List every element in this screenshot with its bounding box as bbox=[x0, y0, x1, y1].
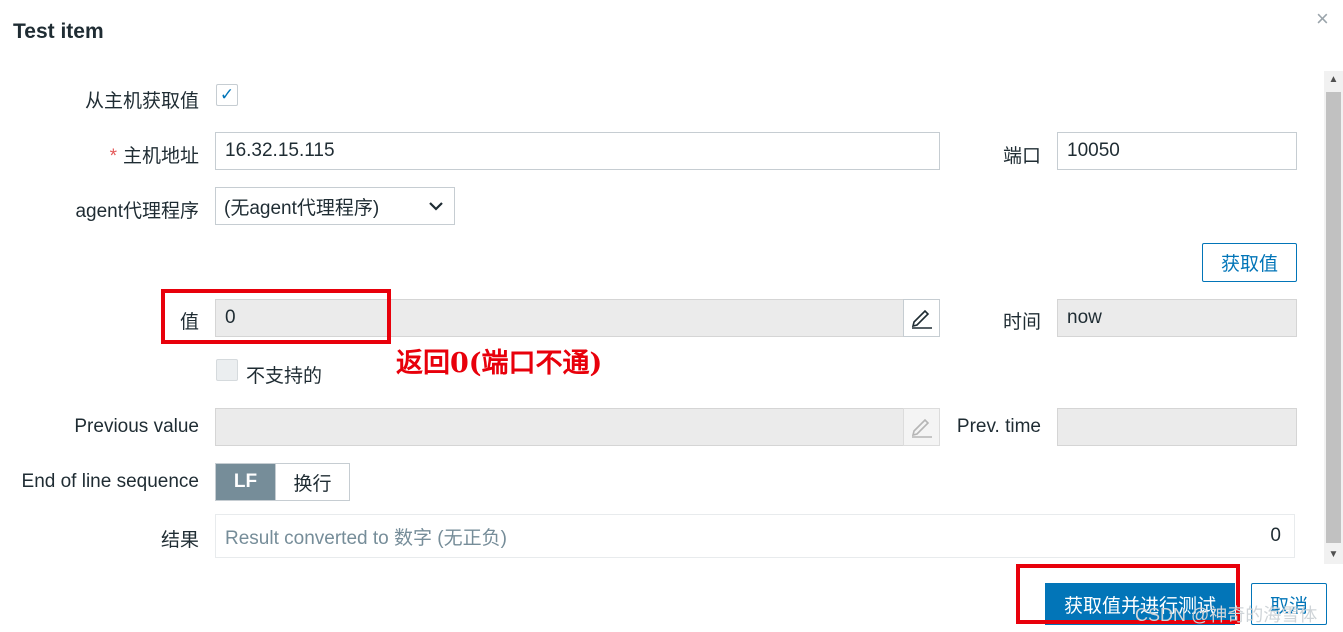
chevron-down-icon bbox=[429, 202, 443, 211]
scroll-up-arrow[interactable]: ▲ bbox=[1324, 74, 1343, 85]
pencil-icon bbox=[911, 309, 932, 329]
scrollbar-thumb[interactable] bbox=[1326, 92, 1341, 543]
proxy-selected-value: (无agent代理程序) bbox=[224, 197, 380, 219]
annotation-highlight-box bbox=[161, 289, 391, 344]
eol-sequence-label: End of line sequence bbox=[21, 471, 199, 492]
time-label: 时间 bbox=[1002, 312, 1041, 333]
required-mark: * bbox=[109, 146, 117, 167]
proxy-label: agent代理程序 bbox=[75, 201, 199, 222]
time-field: now bbox=[1057, 299, 1297, 337]
eol-option-newline[interactable]: 换行 bbox=[275, 464, 349, 500]
result-field[interactable]: Result converted to 数字 (无正负) 0 bbox=[215, 514, 1295, 558]
host-address-label: * 主机地址 bbox=[109, 146, 199, 167]
port-input[interactable]: 10050 bbox=[1057, 132, 1297, 170]
watermark: CSDN @神奇的海雪体 bbox=[1135, 605, 1318, 625]
prev-time-label: Prev. time bbox=[956, 416, 1041, 437]
dialog-title: Test item bbox=[13, 20, 104, 43]
get-from-host-checkbox[interactable]: ✓ bbox=[216, 84, 238, 106]
not-supported-checkbox[interactable] bbox=[216, 359, 238, 381]
value-edit-button[interactable] bbox=[903, 299, 940, 337]
get-value-button[interactable]: 获取值 bbox=[1202, 243, 1297, 282]
get-from-host-label: 从主机获取值 bbox=[84, 91, 199, 112]
eol-segmented-control: LF 换行 bbox=[215, 463, 350, 501]
result-value: 0 bbox=[1270, 525, 1281, 546]
host-address-input[interactable]: 16.32.15.115 bbox=[215, 132, 940, 170]
proxy-select[interactable]: (无agent代理程序) bbox=[215, 187, 455, 225]
annotation-text: 返回0(端口不通) bbox=[396, 348, 603, 379]
result-placeholder: Result converted to 数字 (无正负) bbox=[225, 527, 507, 549]
not-supported-label: 不支持的 bbox=[246, 366, 323, 387]
eol-option-lf[interactable]: LF bbox=[216, 464, 275, 500]
previous-value-field bbox=[215, 408, 905, 446]
port-label: 端口 bbox=[1002, 146, 1041, 167]
result-label: 结果 bbox=[160, 530, 199, 551]
previous-value-label: Previous value bbox=[74, 416, 199, 437]
check-icon: ✓ bbox=[219, 85, 235, 104]
close-icon[interactable]: × bbox=[1316, 6, 1329, 32]
previous-value-edit-button bbox=[903, 408, 940, 446]
pencil-icon bbox=[911, 418, 932, 438]
scroll-down-arrow[interactable]: ▼ bbox=[1324, 549, 1343, 560]
prev-time-field bbox=[1057, 408, 1297, 446]
